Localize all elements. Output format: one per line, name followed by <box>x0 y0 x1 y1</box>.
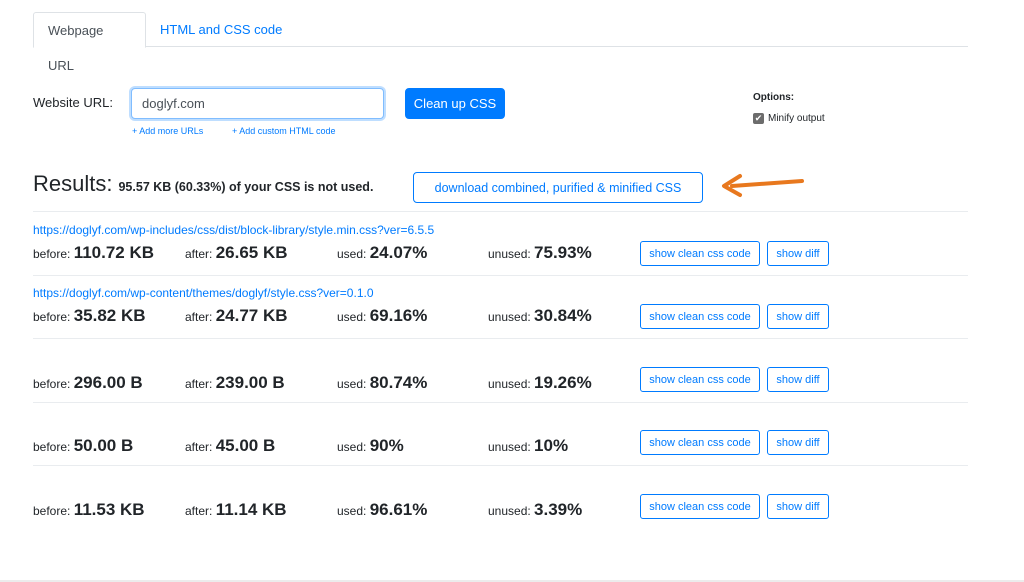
unused-label: unused: <box>488 377 531 391</box>
after-size: after: 11.14 KB <box>185 500 287 520</box>
after-size: after: 239.00 B <box>185 373 285 393</box>
before-size: before: 11.53 KB <box>33 500 145 520</box>
download-purified-css-button[interactable]: download combined, purified & minified C… <box>413 172 703 203</box>
unused-label: unused: <box>488 440 531 454</box>
unused-label: unused: <box>488 247 531 261</box>
after-label: after: <box>185 247 213 261</box>
show-clean-css-button[interactable]: show clean css code <box>640 367 760 392</box>
before-value: 296.00 B <box>73 373 143 392</box>
show-diff-button[interactable]: show diff <box>767 367 829 392</box>
after-label: after: <box>185 377 213 391</box>
used-label: used: <box>337 247 367 261</box>
used-label: used: <box>337 504 367 518</box>
divider <box>33 338 968 339</box>
unused-label: unused: <box>488 310 531 324</box>
before-value: 11.53 KB <box>73 500 145 519</box>
divider <box>33 402 968 403</box>
used-label: used: <box>337 310 367 324</box>
after-size: after: 26.65 KB <box>185 243 288 263</box>
used-percent: used: 69.16% <box>337 306 427 326</box>
used-label: used: <box>337 440 367 454</box>
minify-checkbox[interactable]: ✔ <box>753 113 764 124</box>
show-clean-css-button[interactable]: show clean css code <box>640 494 760 519</box>
css-file-url[interactable]: https://doglyf.com/wp-includes/css/dist/… <box>33 223 434 237</box>
before-label: before: <box>33 440 71 454</box>
after-label: after: <box>185 440 213 454</box>
divider <box>33 211 968 212</box>
add-custom-html-link[interactable]: + Add custom HTML code <box>232 126 335 136</box>
after-label: after: <box>185 310 213 324</box>
tab-html-css-code[interactable]: HTML and CSS code <box>146 12 296 47</box>
show-diff-button[interactable]: show diff <box>767 430 829 455</box>
after-size: after: 45.00 B <box>185 436 275 456</box>
results-title: Results: <box>33 171 113 196</box>
used-value: 24.07% <box>369 243 428 262</box>
website-url-input[interactable] <box>131 88 384 119</box>
unused-percent: unused: 10% <box>488 436 568 456</box>
clean-up-css-button[interactable]: Clean up CSS <box>405 88 505 119</box>
after-value: 45.00 B <box>215 436 276 455</box>
before-label: before: <box>33 310 71 324</box>
used-value: 96.61% <box>369 500 428 519</box>
before-size: before: 35.82 KB <box>33 306 146 326</box>
before-label: before: <box>33 504 71 518</box>
used-value: 69.16% <box>369 306 428 325</box>
unused-percent: unused: 3.39% <box>488 500 582 520</box>
used-label: used: <box>337 377 367 391</box>
used-value: 90% <box>369 436 404 455</box>
css-file-url[interactable]: https://doglyf.com/wp-content/themes/dog… <box>33 286 374 300</box>
unused-percent: unused: 30.84% <box>488 306 592 326</box>
show-clean-css-button[interactable]: show clean css code <box>640 430 760 455</box>
used-percent: used: 24.07% <box>337 243 427 263</box>
show-diff-button[interactable]: show diff <box>767 304 829 329</box>
annotation-arrow-icon <box>722 174 804 197</box>
after-value: 26.65 KB <box>215 243 288 262</box>
before-size: before: 110.72 KB <box>33 243 154 263</box>
before-label: before: <box>33 247 71 261</box>
before-value: 50.00 B <box>73 436 134 455</box>
after-value: 239.00 B <box>215 373 285 392</box>
after-value: 11.14 KB <box>215 500 287 519</box>
options-title: Options: <box>753 92 795 103</box>
show-clean-css-button[interactable]: show clean css code <box>640 304 760 329</box>
after-value: 24.77 KB <box>215 306 288 325</box>
used-value: 80.74% <box>369 373 428 392</box>
add-more-urls-link[interactable]: + Add more URLs <box>132 126 203 136</box>
unused-value: 75.93% <box>534 243 592 262</box>
before-value: 110.72 KB <box>73 243 155 262</box>
divider <box>33 465 968 466</box>
before-size: before: 296.00 B <box>33 373 143 393</box>
show-clean-css-button[interactable]: show clean css code <box>640 241 760 266</box>
show-diff-button[interactable]: show diff <box>767 494 829 519</box>
used-percent: used: 96.61% <box>337 500 427 520</box>
show-diff-button[interactable]: show diff <box>767 241 829 266</box>
unused-value: 19.26% <box>534 373 592 392</box>
tab-webpage-url[interactable]: Webpage URL <box>33 12 146 73</box>
unused-percent: unused: 19.26% <box>488 373 592 393</box>
unused-value: 30.84% <box>534 306 592 325</box>
used-percent: used: 90% <box>337 436 404 456</box>
used-percent: used: 80.74% <box>337 373 427 393</box>
divider <box>33 275 968 276</box>
tab-bar: Webpage URL HTML and CSS code <box>33 12 968 73</box>
website-url-label: Website URL: <box>33 95 113 110</box>
before-size: before: 50.00 B <box>33 436 133 456</box>
before-value: 35.82 KB <box>73 306 146 325</box>
minify-output-option[interactable]: ✔ Minify output <box>753 113 825 124</box>
unused-value: 3.39% <box>534 500 583 519</box>
unused-percent: unused: 75.93% <box>488 243 592 263</box>
unused-label: unused: <box>488 504 531 518</box>
after-label: after: <box>185 504 213 518</box>
after-size: after: 24.77 KB <box>185 306 288 326</box>
minify-output-label: Minify output <box>768 113 825 124</box>
unused-value: 10% <box>534 436 569 455</box>
results-header: Results: 95.57 KB (60.33%) of your CSS i… <box>33 171 373 197</box>
before-label: before: <box>33 377 71 391</box>
results-summary: 95.57 KB (60.33%) of your CSS is not use… <box>118 180 374 194</box>
